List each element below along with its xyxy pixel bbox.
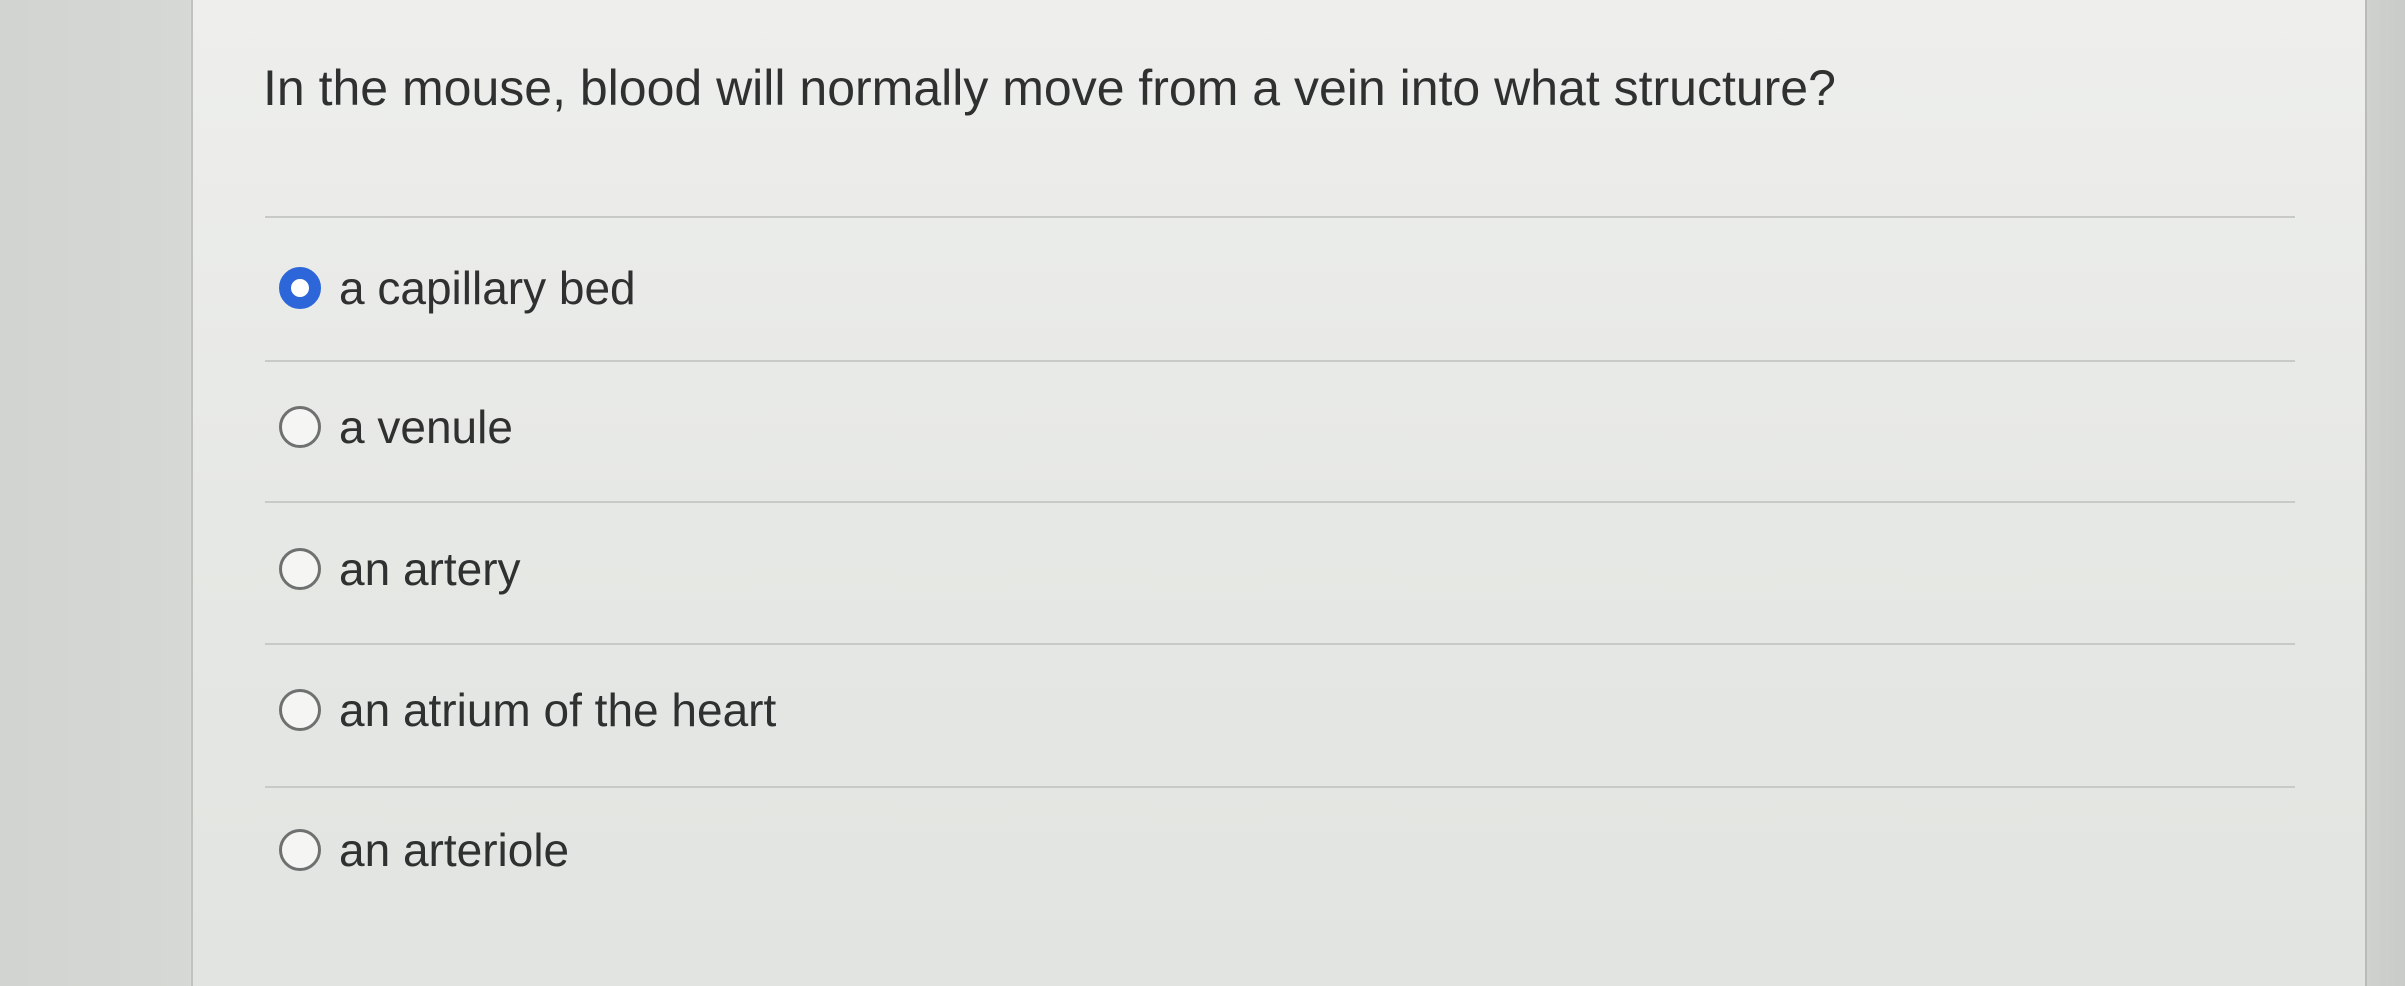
answer-divider <box>265 360 2295 362</box>
answer-label: a venule <box>339 401 513 453</box>
radio-button[interactable] <box>279 689 321 731</box>
answer-choice-capillary-bed[interactable]: a capillary bed <box>279 258 636 318</box>
quiz-screen: In the mouse, blood will normally move f… <box>0 0 2405 986</box>
question-divider <box>265 216 2295 218</box>
answer-label: an atrium of the heart <box>339 684 777 736</box>
answer-label: an arteriole <box>339 824 570 876</box>
radio-button[interactable] <box>279 548 321 590</box>
radio-button[interactable] <box>279 829 321 871</box>
question-text: In the mouse, blood will normally move f… <box>263 60 1836 116</box>
selected-radio-button[interactable] <box>279 267 321 309</box>
answer-label: an artery <box>339 543 521 595</box>
answer-divider <box>265 643 2295 645</box>
right-panel-edge <box>2365 0 2367 986</box>
answer-label: a capillary bed <box>339 262 636 314</box>
answer-divider <box>265 501 2295 503</box>
answer-choice-arteriole[interactable]: an arteriole <box>279 820 569 880</box>
answer-choice-atrium[interactable]: an atrium of the heart <box>279 680 776 740</box>
answer-choice-artery[interactable]: an artery <box>279 539 521 599</box>
answer-choice-venule[interactable]: a venule <box>279 397 513 457</box>
answer-divider <box>265 786 2295 788</box>
radio-button[interactable] <box>279 406 321 448</box>
question-card: In the mouse, blood will normally move f… <box>193 0 2365 986</box>
